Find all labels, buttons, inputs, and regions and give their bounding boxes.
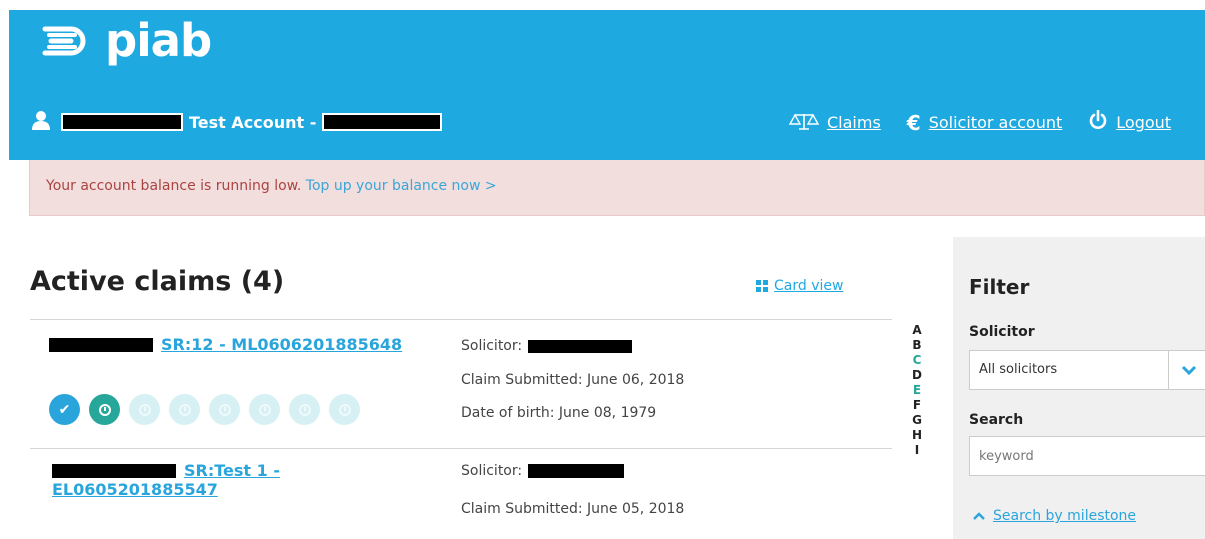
alphabet-index: A B C D E F G H I — [912, 323, 922, 458]
alpha-letter[interactable]: G — [912, 413, 922, 428]
top-up-link[interactable]: Top up your balance now > — [306, 178, 497, 194]
search-by-milestone-label: Search by milestone — [993, 508, 1137, 524]
alert-message: Your account balance is running low. — [46, 178, 302, 194]
scales-icon — [788, 111, 820, 135]
solicitor-label: Solicitor: — [461, 463, 523, 479]
milestone-pending-icon[interactable] — [329, 394, 360, 425]
redacted-name — [61, 113, 183, 131]
filter-panel: Filter Solicitor All solicitors Search k… — [953, 237, 1205, 539]
euro-icon: € — [906, 110, 921, 135]
alpha-letter[interactable]: F — [912, 398, 922, 413]
claim-title-text: SR:12 - ML0606201885648 — [161, 335, 403, 354]
milestone-pending-icon[interactable] — [289, 394, 320, 425]
milestone-pending-icon[interactable] — [249, 394, 280, 425]
claim-dob: Date of birth: June 08, 1979 — [461, 405, 657, 421]
alpha-letter[interactable]: E — [912, 383, 922, 398]
divider — [30, 319, 892, 320]
account-bar: Test Account - — [31, 110, 443, 134]
divider — [30, 448, 892, 449]
claim-title-line2: EL0605201885547 — [52, 480, 218, 499]
claim-solicitor: Solicitor: — [461, 338, 633, 354]
page-title: Active claims (4) — [30, 266, 285, 297]
solicitor-select[interactable]: All solicitors — [969, 350, 1205, 390]
grid-icon — [756, 280, 768, 292]
redacted-solicitor — [528, 464, 625, 478]
solicitor-select-value: All solicitors — [979, 362, 1058, 377]
nav-claims-label: Claims — [827, 113, 881, 132]
alpha-letter[interactable]: B — [912, 338, 922, 353]
milestone-tracker: ✔ — [49, 394, 369, 425]
redacted-claimant — [49, 337, 153, 352]
milestone-current-icon[interactable] — [89, 394, 120, 425]
chevron-down-icon[interactable] — [1168, 351, 1205, 389]
claim-title-line1: SR:Test 1 - — [184, 461, 280, 480]
piab-logo[interactable]: piab — [41, 14, 212, 67]
claim-title-link[interactable]: SR:12 - ML0606201885648 — [49, 335, 402, 354]
redacted-claimant — [52, 463, 176, 478]
nav-solicitor-account-label: Solicitor account — [928, 113, 1063, 132]
nav-logout-label: Logout — [1116, 113, 1172, 132]
claim-title-link[interactable]: SR:Test 1 - EL0605201885547 — [52, 461, 280, 499]
alpha-letter[interactable]: A — [912, 323, 922, 338]
claim-submitted: Claim Submitted: June 06, 2018 — [461, 372, 685, 388]
milestone-pending-icon[interactable] — [209, 394, 240, 425]
nav-claims[interactable]: Claims — [788, 111, 881, 135]
milestone-complete-icon[interactable]: ✔ — [49, 394, 80, 425]
search-by-milestone-link[interactable]: Search by milestone — [973, 508, 1136, 524]
piab-logo-icon — [42, 26, 86, 55]
claim-submitted: Claim Submitted: June 05, 2018 — [461, 501, 685, 517]
redacted-solicitor — [528, 339, 633, 353]
nav-logout[interactable]: Logout — [1088, 109, 1172, 135]
card-view-label: Card view — [774, 278, 844, 294]
account-name: Test Account - — [189, 112, 317, 132]
filter-title: Filter — [969, 275, 1030, 299]
alpha-letter[interactable]: H — [912, 428, 922, 443]
search-input[interactable]: keyword — [969, 436, 1205, 476]
site-header: piab Test Account - Claims € Solicitor a… — [9, 10, 1205, 160]
solicitor-label: Solicitor: — [461, 338, 523, 354]
alpha-letter[interactable]: I — [912, 443, 922, 458]
milestone-pending-icon[interactable] — [169, 394, 200, 425]
redacted-id — [322, 113, 443, 131]
low-balance-alert: Your account balance is running low. Top… — [29, 160, 1205, 216]
logo-text: piab — [105, 14, 212, 67]
card-view-toggle[interactable]: Card view — [756, 278, 843, 294]
search-label: Search — [969, 412, 1024, 428]
chevron-up-icon — [973, 512, 985, 520]
top-nav: Claims € Solicitor account Logout — [788, 109, 1197, 135]
claim-solicitor: Solicitor: — [461, 463, 625, 479]
milestone-pending-icon[interactable] — [129, 394, 160, 425]
nav-solicitor-account[interactable]: € Solicitor account — [907, 111, 1062, 135]
alpha-letter[interactable]: D — [912, 368, 922, 383]
alpha-letter[interactable]: C — [912, 353, 922, 368]
user-icon — [31, 110, 51, 134]
power-icon — [1088, 109, 1108, 135]
solicitor-filter-label: Solicitor — [969, 324, 1035, 340]
